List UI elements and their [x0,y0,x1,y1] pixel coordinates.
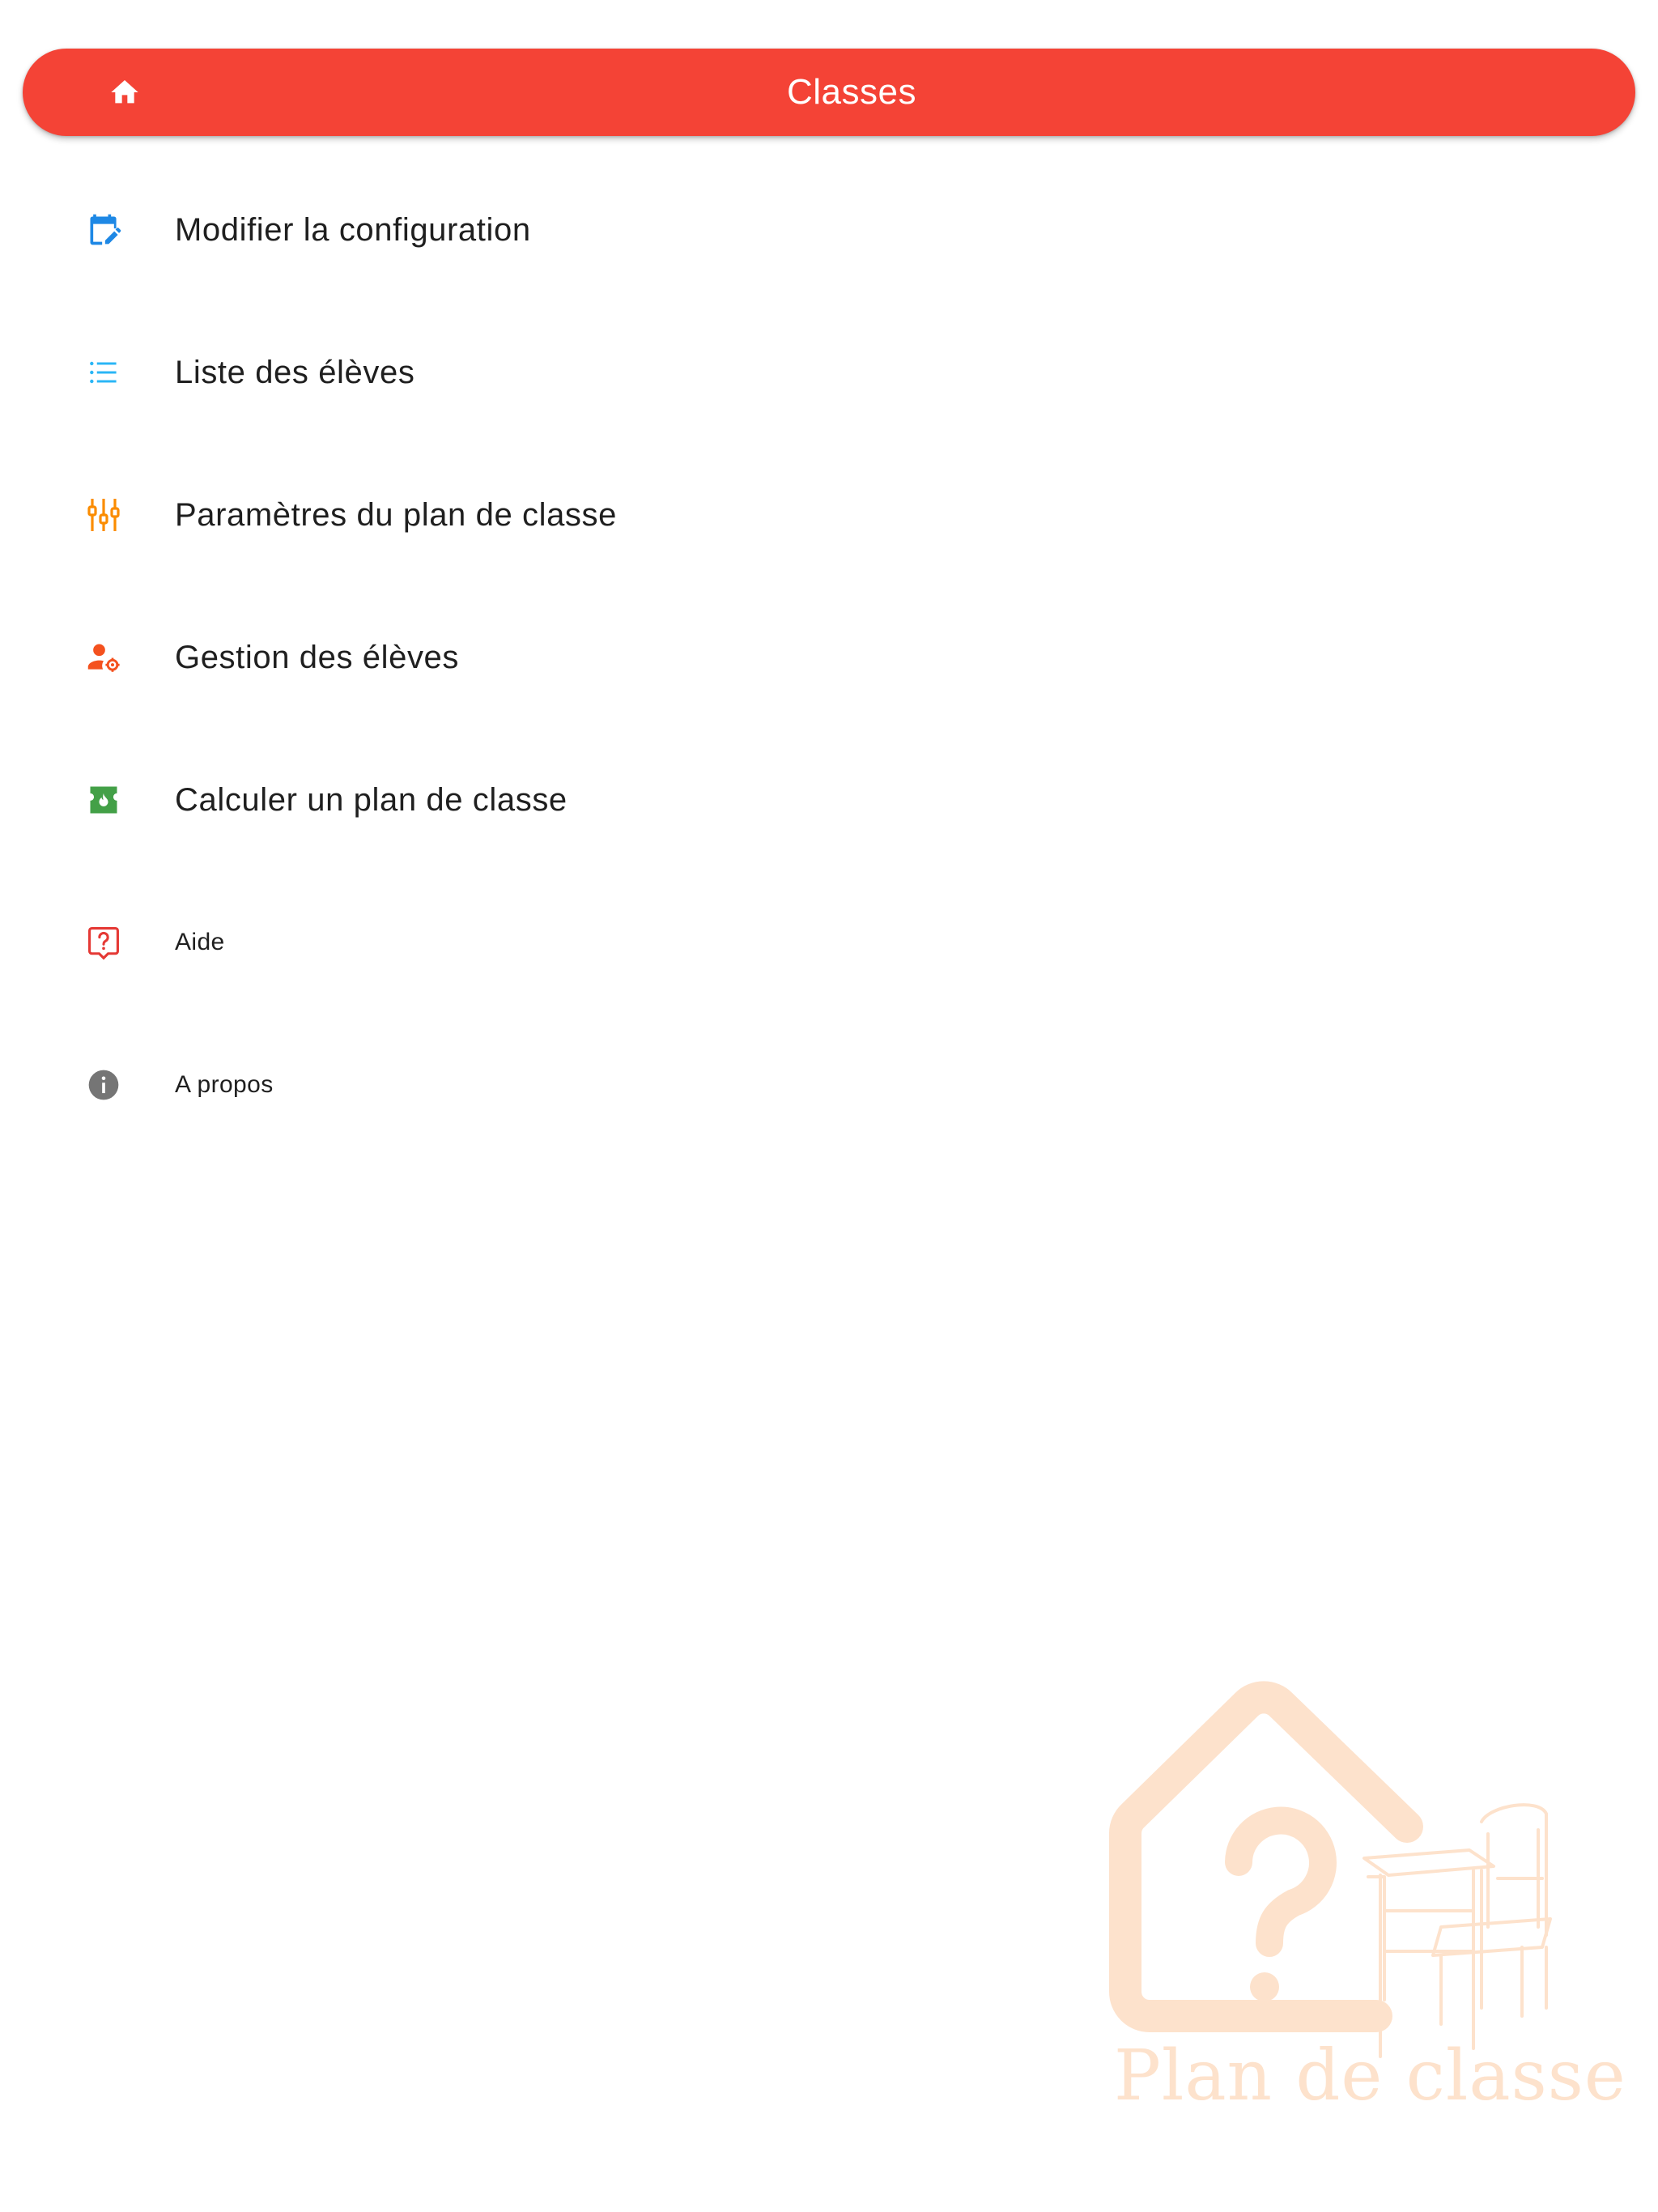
menu-item-label: Gestion des élèves [175,639,459,675]
menu-item-label: Modifier la configuration [175,211,531,248]
home-button[interactable] [97,65,152,120]
info-icon [84,1066,123,1104]
menu-item-label: Aide [175,929,225,955]
home-icon [111,80,138,104]
user-settings-icon [84,638,123,677]
menu-item-aide[interactable]: Aide [0,871,1658,1014]
menu-item-label: Paramètres du plan de classe [175,496,617,533]
logo-text: Plan de classe [1114,2035,1626,2116]
menu-item-label: A propos [175,1071,274,1098]
menu-item-label: Liste des élèves [175,354,415,390]
menu-item-label: Calculer un plan de classe [175,781,568,818]
menu-item-a-propos[interactable]: A propos [0,1014,1658,1156]
calendar-edit-icon [84,211,123,249]
menu-item-modifier-configuration[interactable]: Modifier la configuration [0,159,1658,301]
menu-item-gestion-eleves[interactable]: Gestion des élèves [0,586,1658,729]
page-title: Classes [787,72,916,112]
help-icon [84,923,123,962]
calculate-icon [84,781,123,819]
sliders-icon [84,496,123,534]
app-bar: Classes [23,49,1635,136]
menu-item-calculer-plan[interactable]: Calculer un plan de classe [0,729,1658,871]
list-icon [84,353,123,392]
menu-item-liste-eleves[interactable]: Liste des élèves [0,301,1658,444]
menu-list: Modifier la configuration Liste des élèv… [0,159,1658,1156]
menu-item-parametres-plan[interactable]: Paramètres du plan de classe [0,444,1658,586]
